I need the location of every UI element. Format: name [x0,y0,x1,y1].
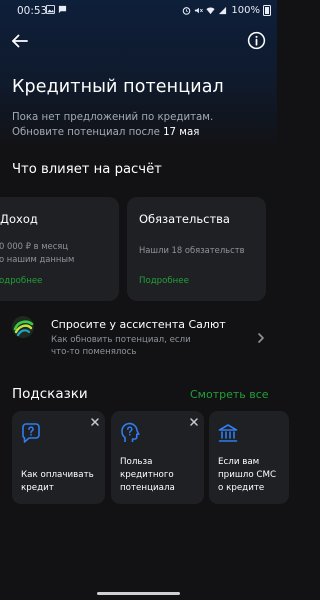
hint-text: Как оплачивать кредит [21,470,94,493]
obligations-details: Нашли 18 обязательств [139,245,245,255]
question-bubble-icon [22,423,40,443]
hint-card-sms[interactable]: Если вам пришло СМС о кредите [209,411,289,504]
head-question-icon [121,422,140,442]
close-icon[interactable] [90,417,100,427]
assistant-row[interactable]: Спросите у ассистента Салют Как обновить… [0,312,277,360]
chevron-right-icon [258,333,264,343]
signal-icon [219,6,227,15]
assistant-subtitle: Как обновить потенциал, если что-то поме… [51,335,191,357]
image-icon [46,5,55,14]
battery-percent: 100% [231,5,260,16]
info-circle-icon[interactable] [247,31,266,50]
income-card[interactable]: Доход 0 000 ₽ в месяц о нашим данным одр… [0,197,119,301]
bank-icon [218,424,238,442]
hint-card-potential[interactable]: Польза кредитного потенциала [111,411,204,504]
wifi-icon [206,7,215,15]
subtitle-line-2: Обновите потенциал после 17 мая [12,127,200,138]
assistant-title: Спросите у ассистента Салют [51,318,226,331]
obligations-card[interactable]: Обязательства Нашли 18 обязательств Подр… [127,197,266,301]
close-icon[interactable] [189,417,199,427]
status-bar: 00:53 100% [0,0,277,22]
back-arrow-icon[interactable] [10,32,30,50]
page-title: Кредитный потенциал [12,77,224,97]
hint-text: Если вам пришло СМС о кредите [218,457,277,493]
home-indicator[interactable] [97,592,180,595]
income-title: Доход [0,212,38,226]
obligations-more-link[interactable]: Подробнее [139,276,189,286]
mute-icon [195,7,204,14]
alarm-icon [183,7,191,15]
battery-icon [263,5,271,16]
hints-see-all-link[interactable]: Смотреть все [190,388,269,401]
hints-title: Подсказки [12,386,88,402]
income-details: 0 000 ₽ в месяц о нашим данным [0,241,75,264]
page-subtitle: Пока нет предложений по кредитам. Обнови… [12,110,262,140]
factors-title: Что влияет на расчёт [12,162,162,177]
hint-card-payment[interactable]: Как оплачивать кредит [12,411,105,504]
status-time: 00:53 [17,5,48,17]
update-date: 17 мая [163,127,200,138]
salute-logo-icon [12,316,34,338]
income-more-link[interactable]: одробнее [0,276,42,286]
hint-text: Польза кредитного потенциала [120,457,175,493]
obligations-title: Обязательства [139,212,230,226]
message-icon [58,5,67,14]
subtitle-line-1: Пока нет предложений по кредитам. [12,112,214,123]
